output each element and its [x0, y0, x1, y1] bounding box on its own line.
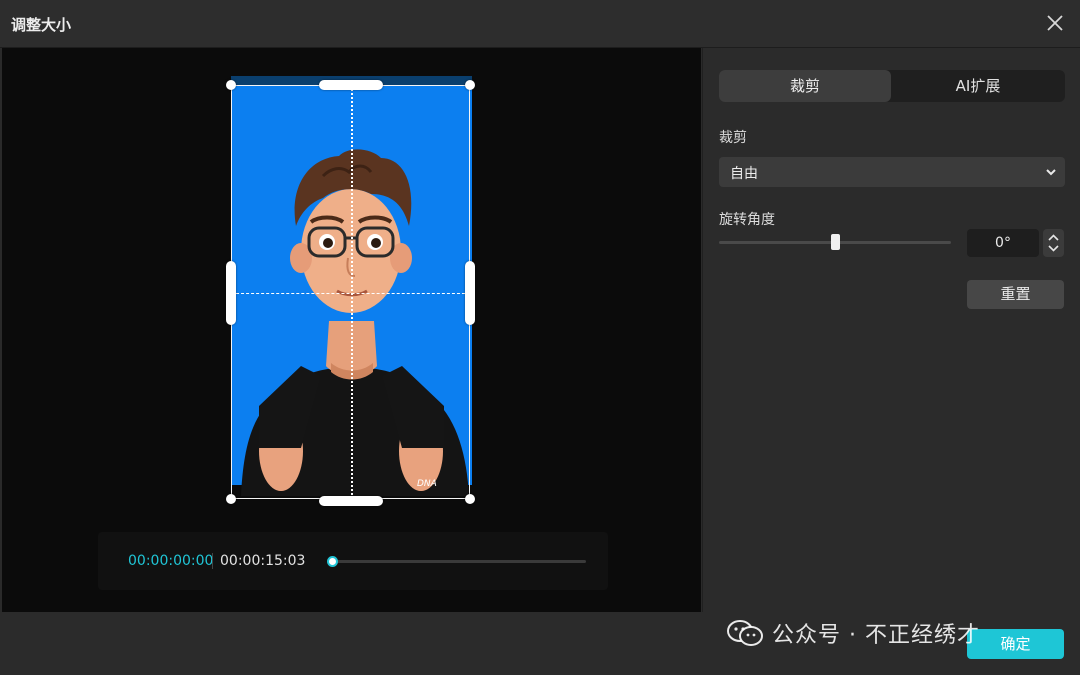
crop-center-guide-vertical [351, 85, 353, 499]
crop-handle-left[interactable] [226, 261, 236, 325]
chevron-down-icon [1046, 169, 1056, 176]
crop-ratio-value: 自由 [730, 166, 758, 182]
crop-handle-bottom[interactable] [319, 496, 383, 506]
crop-handle-bottom-right[interactable] [465, 494, 475, 504]
tab-crop[interactable]: 裁剪 [719, 70, 891, 102]
crop-ratio-select[interactable]: 自由 [719, 157, 1065, 187]
crop-handle-top[interactable] [319, 80, 383, 90]
video-preview-area: DNA 00:00:00:00 00:00:15:03 [2, 48, 701, 612]
rotation-slider-thumb[interactable] [830, 234, 840, 250]
mode-tabs: 裁剪 AI扩展 [719, 70, 1065, 102]
crop-handle-right[interactable] [465, 261, 475, 325]
crop-section-label: 裁剪 [719, 130, 747, 146]
crop-handle-bottom-left[interactable] [226, 494, 236, 504]
seek-track[interactable] [330, 560, 586, 563]
dialog-title: 调整大小 [11, 16, 72, 34]
total-duration: 00:00:15:03 [220, 553, 306, 569]
up-down-arrows-icon [1048, 234, 1059, 252]
close-button[interactable] [1044, 12, 1066, 34]
confirm-button[interactable]: 确定 [967, 629, 1064, 659]
title-bar: 调整大小 [0, 0, 1080, 48]
svg-text:DNA: DNA [417, 479, 437, 489]
resize-dialog: 调整大小 DNA 00:00:00:00 00:00:15:03 裁剪 AI扩展… [0, 0, 1080, 675]
tab-ai-expand[interactable]: AI扩展 [891, 70, 1065, 102]
crop-settings-panel: 裁剪 AI扩展 裁剪 自由 旋转角度 0° 重置 [702, 48, 1080, 612]
seek-thumb[interactable] [327, 556, 338, 567]
dialog-footer: 确定 [0, 612, 1080, 675]
crop-handle-top-right[interactable] [465, 80, 475, 90]
close-icon [1047, 15, 1063, 31]
reset-button[interactable]: 重置 [967, 280, 1064, 309]
current-time: 00:00:00:00 [128, 553, 214, 569]
rotation-angle-input[interactable]: 0° [967, 229, 1039, 257]
crop-center-guide-horizontal [231, 293, 470, 294]
rotation-label: 旋转角度 [719, 212, 775, 228]
rotation-stepper[interactable] [1043, 229, 1064, 257]
playback-bar: 00:00:00:00 00:00:15:03 [98, 532, 608, 590]
time-divider [212, 553, 213, 569]
crop-handle-top-left[interactable] [226, 80, 236, 90]
